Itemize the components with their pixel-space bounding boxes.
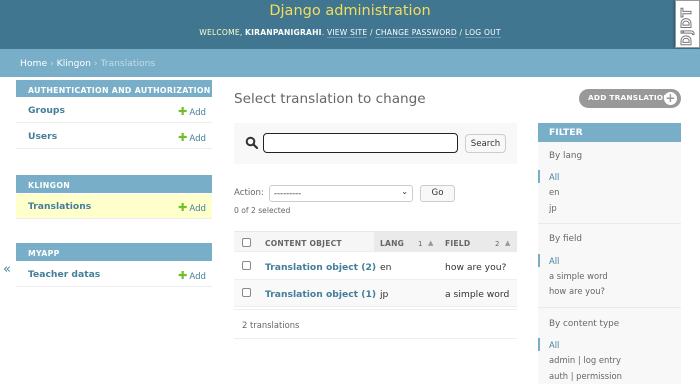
filter-content-type-log-entry[interactable]: admin | log entry (549, 355, 621, 365)
selected-count: 0 of 2 selected (234, 206, 291, 215)
sidebar-item-label[interactable]: Users (28, 131, 57, 142)
sort-ascending-icon[interactable]: ▲ (505, 239, 510, 247)
action-select[interactable]: --------- ⌄ (269, 185, 413, 202)
module-caption-klingon[interactable]: Klingon (16, 175, 212, 193)
breadcrumb-separator: › (50, 58, 54, 69)
select-all-checkbox[interactable] (242, 238, 251, 247)
collapse-sidebar-icon[interactable]: « (3, 262, 11, 277)
row-checkbox[interactable] (242, 261, 251, 270)
log-out-link[interactable]: Log out (464, 28, 501, 38)
welcome-prefix: Welcome, (199, 28, 246, 37)
row-content-object-link[interactable]: Translation object (2) (265, 262, 376, 273)
search-icon (245, 136, 259, 150)
plus-icon: ✚ (178, 131, 188, 144)
column-header-field[interactable]: Field (445, 239, 470, 248)
header: Django administration Welcome, kiranpani… (0, 0, 700, 49)
view-site-link[interactable]: View site (326, 28, 368, 38)
add-translation-label: Add translation (588, 93, 670, 102)
filter-lang-jp[interactable]: jp (549, 203, 557, 213)
action-label: Action: (234, 188, 264, 198)
filter-content-type-permission[interactable]: auth | permission (549, 371, 622, 381)
filter-heading-lang: By lang (549, 151, 583, 161)
filter-heading-content-type: By content type (549, 319, 620, 329)
add-label: Add (189, 134, 206, 144)
sidebar-item-translations[interactable]: Translations ✚ Add (16, 194, 212, 219)
sidebar-item-label[interactable]: Groups (28, 105, 65, 116)
divider (538, 223, 681, 224)
filter-field-all[interactable]: All (549, 256, 559, 266)
table-row: Translation object (2) en how are you? (234, 253, 517, 280)
action-select-value: --------- (274, 188, 302, 198)
add-groups-link[interactable]: ✚ Add (178, 105, 206, 118)
breadcrumb-separator: › (93, 58, 98, 69)
search-input[interactable] (263, 133, 458, 153)
sidebar-item-teacher-datas[interactable]: Teacher datas ✚ Add (16, 262, 212, 287)
sort-priority: 2 (495, 240, 500, 248)
search-button[interactable]: Search (465, 134, 506, 153)
add-translation-button[interactable]: Add translation + (579, 89, 681, 108)
sort-ascending-icon[interactable]: ▲ (428, 239, 433, 247)
row-lang: jp (380, 289, 389, 300)
debug-toolbar-handle[interactable]: DjDT (675, 0, 700, 48)
sidebar-item-users[interactable]: Users ✚ Add (16, 124, 212, 149)
column-header-content-object[interactable]: Content object (265, 239, 342, 248)
selected-indicator (538, 170, 540, 183)
debug-toolbar-label: DjDT (680, 7, 696, 47)
paginator: 2 translations (234, 309, 517, 339)
breadcrumb-app[interactable]: Klingon (57, 58, 91, 69)
add-label: Add (189, 108, 206, 118)
selected-indicator (538, 338, 540, 351)
sidebar-item-label[interactable]: Translations (28, 201, 91, 212)
plus-icon: ✚ (178, 105, 188, 118)
add-label: Add (189, 272, 206, 282)
selected-indicator (538, 254, 540, 267)
breadcrumb: Home › Klingon › Translations (0, 49, 700, 77)
plus-icon: ✚ (178, 201, 188, 214)
filter-panel: Filter By lang All en jp By field All a … (538, 123, 681, 384)
plus-icon: ✚ (178, 269, 188, 282)
filter-lang-en[interactable]: en (549, 187, 559, 197)
chevron-down-icon: ⌄ (401, 187, 408, 196)
search-toolbar: Search (234, 123, 517, 164)
table-row: Translation object (1) jp a simple word (234, 280, 517, 307)
page-title: Select translation to change (234, 91, 426, 107)
username: kiranpanigrahi (245, 28, 322, 37)
row-lang: en (380, 262, 392, 273)
column-header-lang[interactable]: Lang (380, 239, 404, 248)
go-button[interactable]: Go (420, 185, 455, 202)
module-caption-auth[interactable]: Authentication and Authorization (16, 80, 212, 97)
row-field: how are you? (445, 262, 507, 273)
filter-heading-field: By field (549, 234, 583, 244)
filter-content-type-all[interactable]: All (549, 340, 559, 350)
row-content-object-link[interactable]: Translation object (1) (265, 289, 376, 300)
filter-field-how-are-you[interactable]: how are you? (549, 286, 605, 296)
change-password-link[interactable]: Change password (375, 28, 457, 38)
sidebar-item-label[interactable]: Teacher datas (28, 269, 100, 280)
row-field: a simple word (445, 289, 510, 300)
filter-field-a-simple-word[interactable]: a simple word (549, 271, 608, 281)
sort-priority: 1 (418, 240, 423, 248)
plus-circle-icon: + (664, 91, 677, 105)
row-checkbox[interactable] (242, 288, 251, 297)
breadcrumb-current: Translations (100, 58, 156, 69)
filter-title: Filter (538, 123, 681, 142)
add-teacher-datas-link[interactable]: ✚ Add (178, 269, 206, 282)
add-users-link[interactable]: ✚ Add (178, 131, 206, 144)
breadcrumb-home[interactable]: Home (20, 58, 47, 69)
user-tools: Welcome, kiranpanigrahi. View site / Cha… (199, 28, 501, 38)
filter-lang-all[interactable]: All (549, 172, 559, 182)
add-label: Add (189, 204, 206, 214)
module-caption-myapp[interactable]: Myapp (16, 243, 212, 261)
column-header-field-cell[interactable]: Field 2 ▲ (441, 232, 517, 252)
site-title[interactable]: Django administration (0, 3, 700, 19)
column-header-lang-cell[interactable]: Lang 1 ▲ (374, 232, 441, 252)
divider (538, 307, 681, 308)
table-header: Content object Lang 1 ▲ Field 2 ▲ (234, 231, 517, 252)
add-translations-link[interactable]: ✚ Add (178, 201, 206, 214)
sidebar-item-groups[interactable]: Groups ✚ Add (16, 98, 212, 123)
